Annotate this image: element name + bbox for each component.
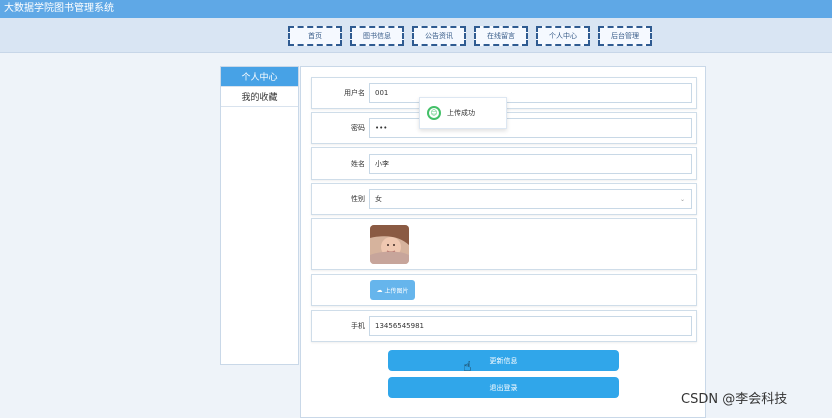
logout-button[interactable]: 退出登录	[388, 377, 619, 398]
app-title: 大数据学院图书管理系统	[4, 3, 114, 14]
username-field[interactable]: 001	[369, 83, 692, 103]
main-nav: 首页 图书信息 公告资讯 在线留言 个人中心 后台管理	[288, 26, 652, 46]
toast-message: 上传成功	[447, 109, 475, 117]
nav-messages[interactable]: 在线留言	[474, 26, 528, 46]
name-field[interactable]: 小李	[369, 154, 692, 174]
phone-label: 手机	[351, 322, 365, 330]
nav-admin[interactable]: 后台管理	[598, 26, 652, 46]
gender-row: 性别 女 ⌄	[311, 183, 697, 215]
upload-button-label: 上传图片	[384, 287, 409, 295]
password-field[interactable]: •••	[369, 118, 692, 138]
gender-selected-value: 女	[375, 195, 382, 203]
sidebar-item-personal-center[interactable]: 个人中心	[221, 67, 298, 87]
gender-label: 性别	[351, 195, 365, 203]
watermark: CSDN @李会科技	[681, 392, 788, 407]
password-label: 密码	[351, 124, 365, 132]
upload-row: ☁ 上传图片	[311, 274, 697, 306]
name-row: 姓名 小李	[311, 147, 697, 180]
nav-announcements[interactable]: 公告资讯	[412, 26, 466, 46]
smile-icon: ☺	[427, 106, 441, 120]
nav-personal-center[interactable]: 个人中心	[536, 26, 590, 46]
avatar-photo-image	[370, 225, 409, 264]
cloud-upload-icon: ☁	[376, 286, 383, 294]
pointer-cursor-icon: ☝	[463, 359, 472, 375]
username-label: 用户名	[344, 89, 365, 97]
avatar	[370, 225, 409, 264]
nav-book-info[interactable]: 图书信息	[350, 26, 404, 46]
phone-row: 手机 13456545981	[311, 310, 697, 342]
gender-select[interactable]: 女 ⌄	[369, 189, 692, 209]
page-content: 个人中心 我的收藏 用户名 001 密码 ••• 姓名 小李 性别 女 ⌄ ☁ …	[0, 53, 832, 418]
sidebar-item-favorites[interactable]: 我的收藏	[221, 87, 298, 107]
upload-success-toast: ☺ 上传成功	[419, 97, 507, 129]
upload-image-button[interactable]: ☁ 上传图片	[370, 280, 415, 300]
phone-field[interactable]: 13456545981	[369, 316, 692, 336]
name-label: 姓名	[351, 160, 365, 168]
personal-sidebar: 个人中心 我的收藏	[220, 66, 299, 365]
chevron-down-icon: ⌄	[679, 195, 685, 203]
app-title-bar: 大数据学院图书管理系统	[0, 0, 832, 18]
avatar-row	[311, 218, 697, 270]
top-navigation-band: 首页 图书信息 公告资讯 在线留言 个人中心 后台管理	[0, 18, 832, 53]
nav-home[interactable]: 首页	[288, 26, 342, 46]
update-info-button[interactable]: 更新信息	[388, 350, 619, 371]
